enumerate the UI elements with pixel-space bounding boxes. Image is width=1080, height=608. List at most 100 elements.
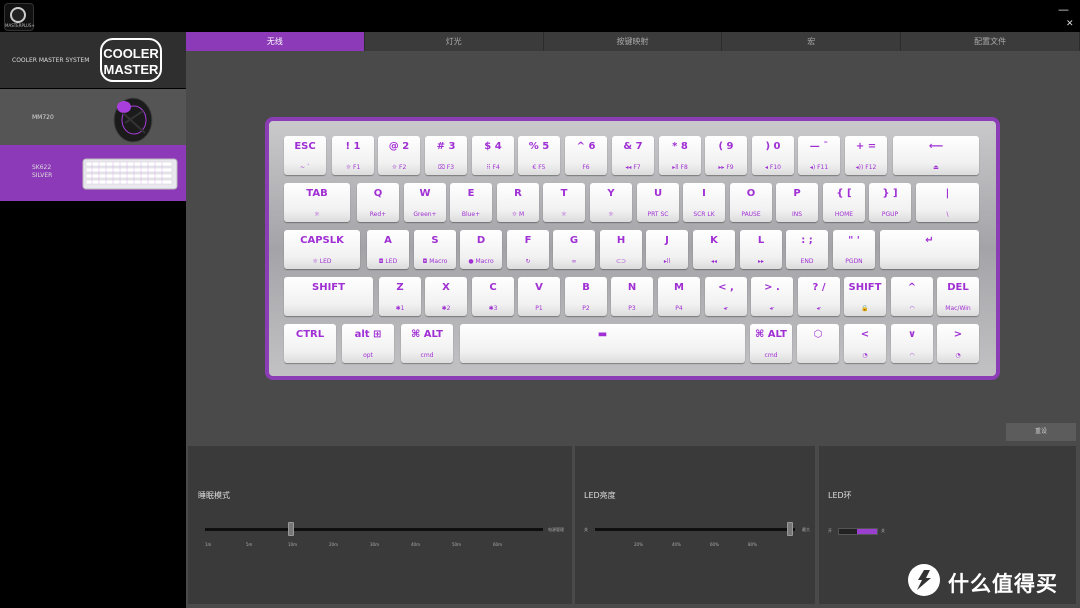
key-label: * 8 <box>672 141 688 152</box>
tab-wireless[interactable]: 无线 <box>186 32 365 51</box>
key[interactable]: ^ ◠ <box>891 277 933 316</box>
key[interactable]: ESC ~ ` <box>284 136 326 175</box>
key[interactable]: ⬡ <box>797 324 839 363</box>
masterplus-logo[interactable]: MASTERPLUS+ <box>4 3 35 31</box>
key[interactable]: — ¯ ◂) F11 <box>798 136 840 175</box>
key-label: SHIFT <box>848 282 882 293</box>
key-label: alt ⊞ <box>354 329 382 340</box>
sleep-slider-track[interactable] <box>205 528 543 531</box>
key-label: DEL <box>947 282 969 293</box>
tab-profiles[interactable]: 配置文件 <box>901 32 1080 51</box>
key[interactable]: ( 9 ▸▸ F9 <box>705 136 747 175</box>
key[interactable]: U PRT SC <box>637 183 679 222</box>
key[interactable]: ⌘ ALT cmd <box>401 324 453 363</box>
key[interactable]: B P2 <box>565 277 607 316</box>
key[interactable]: SHIFT <box>284 277 373 316</box>
key[interactable]: L ▸▸ <box>740 230 782 269</box>
key[interactable]: ⌘ ALT cmd <box>750 324 792 363</box>
key[interactable]: % 5 € F5 <box>518 136 560 175</box>
key[interactable]: D ● Macro <box>460 230 502 269</box>
key[interactable]: H ⊂⊃ <box>600 230 642 269</box>
svg-text:MASTER: MASTER <box>104 62 160 77</box>
key[interactable]: Y ☼ <box>590 183 632 222</box>
key[interactable]: S ◘ Macro <box>414 230 456 269</box>
key[interactable]: $ 4 ⠿ F4 <box>472 136 514 175</box>
key-sublabel: ◔ <box>862 352 868 359</box>
brightness-slider-track[interactable] <box>595 528 795 531</box>
sidebar-item-sk622[interactable]: SK622 SILVER <box>0 145 186 201</box>
key[interactable]: J ▸ll <box>646 230 688 269</box>
key[interactable]: TAB ☼ <box>284 183 350 222</box>
key[interactable]: " ' PGDN <box>833 230 875 269</box>
key-sublabel: ◂◂ F7 <box>625 164 641 171</box>
key[interactable]: } ] PGUP <box>869 183 911 222</box>
sidebar-item-mm720[interactable]: MM720 <box>0 89 186 145</box>
key-sublabel: ▸ll <box>663 258 671 265</box>
key[interactable]: & 7 ◂◂ F7 <box>612 136 654 175</box>
key[interactable]: ! 1 ☼ F1 <box>332 136 374 175</box>
key[interactable]: W Green+ <box>404 183 446 222</box>
key-sublabel: ◔ <box>955 352 961 359</box>
led-ring-toggle[interactable] <box>838 528 878 535</box>
key-sublabel: ☼ F1 <box>345 164 361 171</box>
key-sublabel: P1 <box>535 305 543 312</box>
key[interactable]: F ↻ <box>507 230 549 269</box>
key[interactable]: X ✱2 <box>425 277 467 316</box>
key[interactable]: > . ◂· <box>751 277 793 316</box>
key[interactable]: ⟵ ⏏ <box>893 136 979 175</box>
key[interactable]: < , ◂· <box>705 277 747 316</box>
key[interactable]: I SCR LK <box>683 183 725 222</box>
key[interactable]: M P4 <box>658 277 700 316</box>
sidebar-item-system[interactable]: COOLER MASTER SYSTEM COOLER MASTER <box>0 32 186 88</box>
key[interactable]: P INS <box>776 183 818 222</box>
key[interactable]: K ◂◂ <box>693 230 735 269</box>
key[interactable]: C ✱3 <box>472 277 514 316</box>
close-button[interactable]: ✕ <box>1066 19 1074 30</box>
key[interactable]: R ☼ M <box>497 183 539 222</box>
key[interactable]: # 3 ⌧ F3 <box>425 136 467 175</box>
reset-button[interactable]: 重设 <box>1006 423 1076 441</box>
key[interactable]: T ☼ <box>543 183 585 222</box>
key[interactable]: A ◘ LED <box>367 230 409 269</box>
key[interactable]: DEL Mac/Win <box>937 277 979 316</box>
key-sublabel: ☼ M <box>511 211 525 218</box>
key-label: TAB <box>306 188 328 199</box>
tab-lighting[interactable]: 灯光 <box>365 32 544 51</box>
key[interactable]: * 8 ▸ll F8 <box>659 136 701 175</box>
key[interactable]: CTRL <box>284 324 336 363</box>
key[interactable]: N P3 <box>611 277 653 316</box>
key[interactable]: + = ◂)) F12 <box>845 136 887 175</box>
key[interactable]: Z ✱1 <box>379 277 421 316</box>
key[interactable]: ▬ <box>460 324 745 363</box>
key[interactable]: ∨ ◠ <box>891 324 933 363</box>
key[interactable]: { [HOME <box>823 183 865 222</box>
key[interactable]: V P1 <box>518 277 560 316</box>
key[interactable]: ↵ <box>880 230 979 269</box>
key[interactable]: E Blue+ <box>450 183 492 222</box>
key-label: X <box>442 282 450 293</box>
key[interactable]: ^ 6 F6 <box>565 136 607 175</box>
sleep-end-label: 电源管理 <box>548 527 564 532</box>
key[interactable]: G ∞ <box>553 230 595 269</box>
mouse-image <box>113 97 153 143</box>
key-label: L <box>757 235 765 246</box>
key[interactable]: | \ <box>916 183 979 222</box>
key[interactable]: O PAUSE <box>730 183 772 222</box>
brightness-slider-thumb[interactable] <box>787 522 793 536</box>
key[interactable]: alt ⊞ opt <box>342 324 394 363</box>
tab-macro[interactable]: 宏 <box>722 32 902 51</box>
key[interactable]: ) 0 ◂ F10 <box>752 136 794 175</box>
key[interactable]: Q Red+ <box>357 183 399 222</box>
minimize-button[interactable]: — <box>1058 4 1069 15</box>
tab-key-mapping[interactable]: 按键映射 <box>544 32 723 51</box>
sleep-slider-thumb[interactable] <box>288 522 294 536</box>
key-label: — ¯ <box>809 141 829 152</box>
key[interactable]: SHIFT 🔒 <box>844 277 886 316</box>
key[interactable]: < ◔ <box>844 324 886 363</box>
key-sublabel: INS <box>791 211 803 218</box>
key[interactable]: > ◔ <box>937 324 979 363</box>
key[interactable]: ? / ◂· <box>798 277 840 316</box>
key[interactable]: @ 2 ☼ F2 <box>378 136 420 175</box>
key[interactable]: : ; END <box>786 230 828 269</box>
key[interactable]: CAPSLK ☼ LED <box>284 230 360 269</box>
